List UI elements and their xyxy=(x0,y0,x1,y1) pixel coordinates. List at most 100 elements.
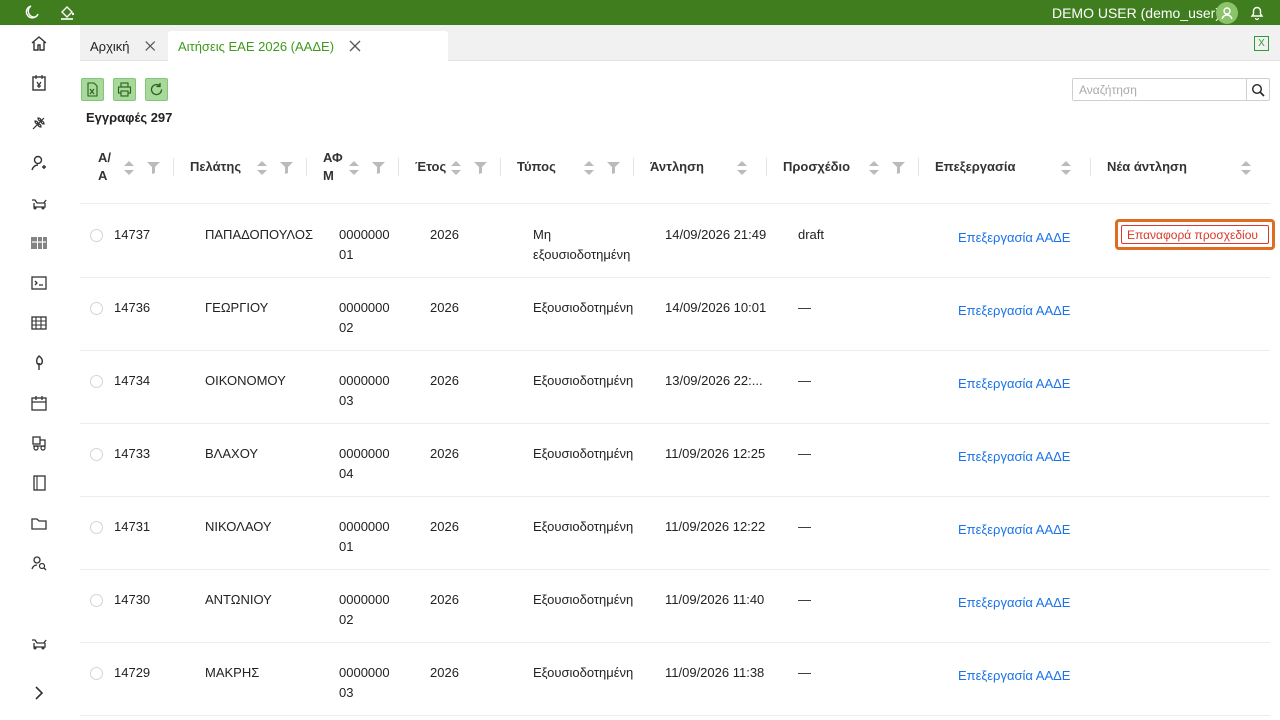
cell-year: 2026 xyxy=(430,592,459,607)
processing-link[interactable]: Επεξεργασία ΑΑΔΕ xyxy=(958,520,1070,540)
sort-icon[interactable] xyxy=(1240,158,1252,178)
processing-link[interactable]: Επεξεργασία ΑΑΔΕ xyxy=(958,228,1070,248)
row-radio[interactable] xyxy=(90,521,103,534)
moon-icon[interactable] xyxy=(23,3,41,21)
tab-bar: Αρχική Αιτήσεις ΕΑΕ 2026 (ΑΑΔΕ) X xyxy=(80,25,1280,61)
column-header-client[interactable]: Πελάτης xyxy=(190,130,241,204)
table-icon[interactable] xyxy=(29,313,49,333)
cell-afm: 0000000 02 xyxy=(339,300,390,335)
filter-icon[interactable] xyxy=(607,161,620,174)
cell-client: ΝΙΚΟΛΑΟΥ xyxy=(205,519,272,534)
table-row[interactable]: 14730 ΑΝΤΩΝΙΟΥ 0000000 02 2026 Εξουσιοδοτ… xyxy=(80,570,1270,643)
row-radio[interactable] xyxy=(90,667,103,680)
filter-icon[interactable] xyxy=(892,161,905,174)
top-bar: DEMO USER (demo_user) xyxy=(0,0,1280,25)
cell-year: 2026 xyxy=(430,300,459,315)
table-header: Α/Α Πελάτης ΑΦ Μ Έτος Τύπος Άντληση Προσχ… xyxy=(80,130,1270,204)
search-button[interactable] xyxy=(1246,79,1269,100)
column-header-year[interactable]: Έτος xyxy=(415,130,446,204)
restore-draft-button[interactable]: Επαναφορά προσχεδίου xyxy=(1115,219,1275,250)
export-excel-button[interactable] xyxy=(81,78,104,101)
sort-icon[interactable] xyxy=(256,158,268,178)
refresh-button[interactable] xyxy=(145,78,168,101)
barcode-icon[interactable] xyxy=(29,233,49,253)
processing-link[interactable]: Επεξεργασία ΑΑΔΕ xyxy=(958,666,1070,686)
processing-link[interactable]: Επεξεργασία ΑΑΔΕ xyxy=(958,374,1070,394)
terminal-icon[interactable] xyxy=(29,273,49,293)
cell-pumping: 11/09/2026 12:22 xyxy=(665,519,766,534)
avatar-icon[interactable] xyxy=(1216,2,1238,24)
calendar-icon[interactable] xyxy=(29,393,49,413)
invoice-icon[interactable] xyxy=(29,73,49,93)
cell-type: Εξουσιοδοτημένη xyxy=(533,519,634,534)
column-header-afm[interactable]: ΑΦ Μ xyxy=(323,130,343,204)
tree-icon[interactable] xyxy=(29,353,49,373)
table-row[interactable]: 14733 ΒΛΑΧΟΥ 0000000 04 2026 Εξουσιοδοτημ… xyxy=(80,424,1270,497)
folder-icon[interactable] xyxy=(29,513,49,533)
search-icon xyxy=(1252,83,1265,97)
column-header-pumping[interactable]: Άντληση xyxy=(650,130,704,204)
book-icon[interactable] xyxy=(29,473,49,493)
column-header-new-pumping[interactable]: Νέα άντληση xyxy=(1107,130,1187,204)
excel-export-icon[interactable]: X xyxy=(1254,36,1269,51)
wheat-icon[interactable] xyxy=(29,113,49,133)
cell-pumping: 13/09/2026 22:... xyxy=(665,373,763,388)
close-icon[interactable] xyxy=(144,39,156,53)
cell-type: Μη εξουσιοδοτημένη xyxy=(533,227,631,262)
cell-afm: 0000000 02 xyxy=(339,592,390,627)
cow-icon[interactable] xyxy=(29,633,49,653)
cell-year: 2026 xyxy=(430,665,459,680)
print-button[interactable] xyxy=(113,78,136,101)
chevron-right-icon[interactable] xyxy=(29,683,49,703)
paint-bucket-icon[interactable] xyxy=(58,3,76,21)
user-search-icon[interactable] xyxy=(29,553,49,573)
cell-client: ΠΑΠΑΔΟΠΟΥΛΟΣ xyxy=(205,227,313,242)
row-radio[interactable] xyxy=(90,448,103,461)
processing-link[interactable]: Επεξεργασία ΑΑΔΕ xyxy=(958,593,1070,613)
table-row[interactable]: 14737 ΠΑΠΑΔΟΠΟΥΛΟΣ 0000000 01 2026 Μη εξου… xyxy=(80,205,1275,278)
table-row[interactable]: 14736 ΓΕΩΡΓΙΟΥ 0000000 02 2026 Εξουσιοδοτ… xyxy=(80,278,1270,351)
search-input[interactable] xyxy=(1073,79,1247,100)
row-radio[interactable] xyxy=(90,229,103,242)
bell-icon[interactable] xyxy=(1248,3,1266,21)
filter-icon[interactable] xyxy=(147,161,160,174)
processing-link[interactable]: Επεξεργασία ΑΑΔΕ xyxy=(958,301,1070,321)
row-radio[interactable] xyxy=(90,594,103,607)
tractor-icon[interactable] xyxy=(29,193,49,213)
cell-draft: draft xyxy=(798,227,825,242)
table-row[interactable]: 14734 ΟΙΚΟΝΟΜΟΥ 0000000 03 2026 Εξουσιοδο… xyxy=(80,351,1270,424)
refresh-icon xyxy=(150,83,163,96)
table-row[interactable]: 14731 ΝΙΚΟΛΑΟΥ 0000000 01 2026 Εξουσιοδοτ… xyxy=(80,497,1270,570)
sort-icon[interactable] xyxy=(868,158,880,178)
user-label[interactable]: DEMO USER (demo_user) xyxy=(1052,5,1220,21)
close-icon[interactable] xyxy=(348,39,362,53)
cell-client: ΒΛΑΧΟΥ xyxy=(205,446,259,461)
column-header-type[interactable]: Τύπος xyxy=(517,130,556,204)
processing-link[interactable]: Επεξεργασία ΑΑΔΕ xyxy=(958,447,1070,467)
user-icon[interactable] xyxy=(29,153,49,173)
table-row[interactable]: 14729 ΜΑΚΡΗΣ 0000000 03 2026 Εξουσιοδοτημ… xyxy=(80,643,1270,716)
tab-applications[interactable]: Αιτήσεις ΕΑΕ 2026 (ΑΑΔΕ) xyxy=(168,31,448,61)
home-icon[interactable] xyxy=(29,33,49,53)
filter-icon[interactable] xyxy=(474,161,487,174)
cell-type: Εξουσιοδοτημένη xyxy=(533,300,634,315)
sort-icon[interactable] xyxy=(123,158,135,178)
cell-type: Εξουσιοδοτημένη xyxy=(533,373,634,388)
column-header-processing[interactable]: Επεξεργασία xyxy=(935,130,1016,204)
row-radio[interactable] xyxy=(90,375,103,388)
cell-draft: — xyxy=(798,300,811,315)
sort-icon[interactable] xyxy=(450,158,462,178)
sort-icon[interactable] xyxy=(348,158,360,178)
machinery-icon[interactable] xyxy=(29,433,49,453)
filter-icon[interactable] xyxy=(280,161,293,174)
tab-home[interactable]: Αρχική xyxy=(80,31,166,61)
cell-afm: 0000000 04 xyxy=(339,446,390,481)
sort-icon[interactable] xyxy=(583,158,595,178)
filter-icon[interactable] xyxy=(372,161,385,174)
column-header-draft[interactable]: Προσχέδιο xyxy=(783,130,850,204)
row-radio[interactable] xyxy=(90,302,103,315)
sort-icon[interactable] xyxy=(736,158,748,178)
sort-icon[interactable] xyxy=(1060,158,1072,178)
column-header-aa[interactable]: Α/Α xyxy=(98,130,111,204)
printer-icon xyxy=(117,82,132,97)
